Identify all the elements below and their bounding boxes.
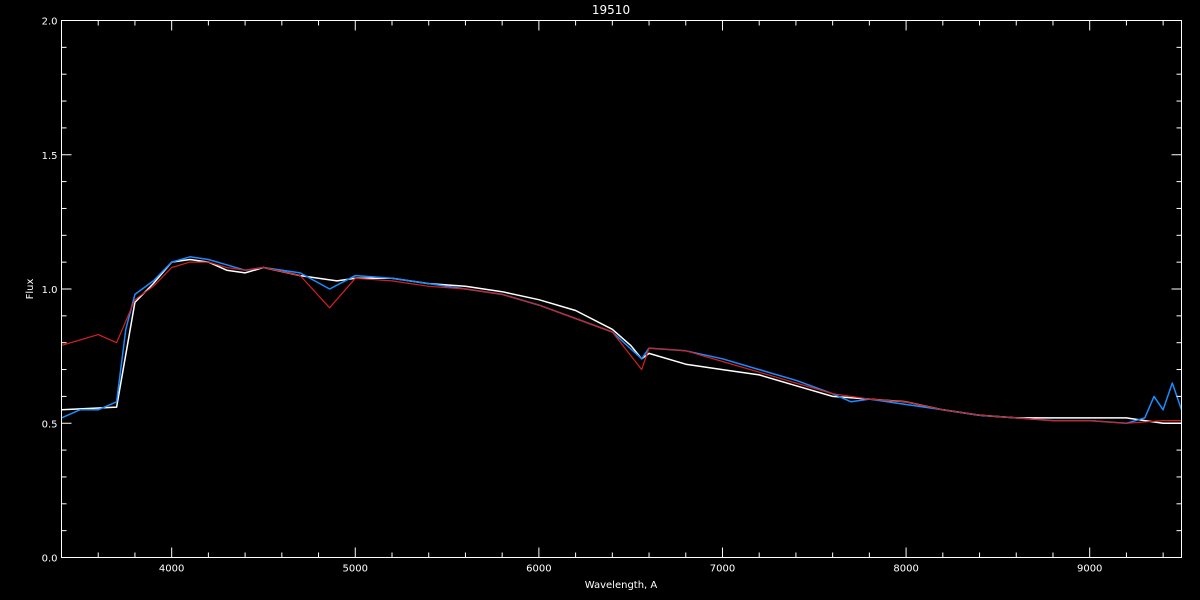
spectrum-chart: 4000 5000 6000 7000 8000 9000 0.0 0.5 1.0 1.5 2.0 … <box>0 0 1200 600</box>
x-tick-label: 9000 <box>1077 564 1102 575</box>
ticks-group: 4000 5000 6000 7000 8000 9000 0.0 0.5 1.0 1.5 2.0 <box>42 17 1182 575</box>
series-line-2 <box>61 256 1183 425</box>
y-tick-label: 0.0 <box>42 554 58 565</box>
y-axis-label: Flux <box>25 279 36 300</box>
series-line-3 <box>61 261 1182 424</box>
x-tick-label: 7000 <box>710 564 735 575</box>
x-tick-label: 8000 <box>893 564 918 575</box>
plot-lines-group <box>61 256 1183 425</box>
x-tick-label: 4000 <box>159 564 184 575</box>
y-tick-label: 1.0 <box>42 285 58 296</box>
x-tick-label: 6000 <box>526 564 551 575</box>
x-axis-label: Wavelength, A <box>585 580 658 591</box>
plot-frame <box>61 20 1182 558</box>
chart-title: 19510 <box>592 3 630 17</box>
y-tick-label: 0.5 <box>42 419 58 430</box>
x-tick-label: 5000 <box>343 564 368 575</box>
y-tick-label: 2.0 <box>42 17 58 28</box>
y-tick-label: 1.5 <box>42 151 58 162</box>
spectrum-plot-svg: 4000 5000 6000 7000 8000 90000.00.51.01.52.0 … <box>25 3 1183 591</box>
